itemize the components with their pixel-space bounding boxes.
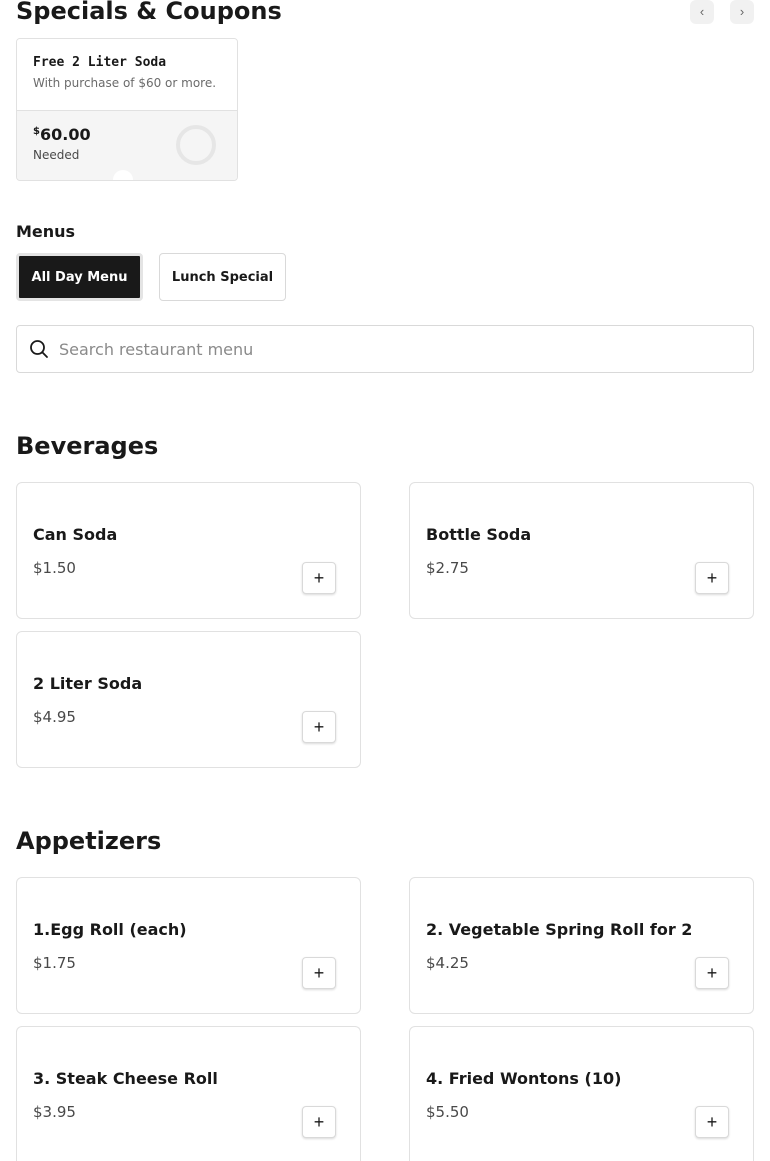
item-name: 2 Liter Soda (33, 674, 143, 693)
carousel-next-button[interactable]: › (730, 0, 754, 24)
menu-item-card[interactable]: Bottle Soda $2.75 + (409, 482, 754, 619)
add-item-button[interactable]: + (302, 957, 336, 989)
section-title-appetizers: Appetizers (16, 827, 162, 855)
coupon-amount-value: 60.00 (39, 125, 91, 144)
section-title-beverages: Beverages (16, 432, 159, 460)
search-icon (29, 339, 49, 359)
coupon-description: With purchase of $60 or more. (33, 76, 217, 90)
menus-label: Menus (16, 222, 76, 241)
coupon-footer: $60.00 Needed (17, 111, 237, 180)
item-price: $3.95 (33, 1103, 76, 1121)
carousel-prev-button[interactable]: ‹ (690, 0, 714, 24)
add-item-button[interactable]: + (695, 957, 729, 989)
menu-item-card[interactable]: 2 Liter Soda $4.95 + (16, 631, 361, 768)
add-item-button[interactable]: + (302, 1106, 336, 1138)
add-item-button[interactable]: + (302, 562, 336, 594)
add-item-button[interactable]: + (695, 562, 729, 594)
add-item-button[interactable]: + (695, 1106, 729, 1138)
item-name: Bottle Soda (426, 525, 532, 544)
tab-all-day-menu[interactable]: All Day Menu (16, 253, 143, 301)
menu-item-card[interactable]: 4. Fried Wontons (10) $5.50 + (409, 1026, 754, 1161)
specials-title: Specials & Coupons (16, 0, 282, 25)
item-name: 4. Fried Wontons (10) (426, 1069, 622, 1088)
coupon-header: Free 2 Liter Soda With purchase of $60 o… (17, 39, 237, 111)
item-price: $1.75 (33, 954, 76, 972)
item-price: $4.95 (33, 708, 76, 726)
menu-item-card[interactable]: 2. Vegetable Spring Roll for 2 $4.25 + (409, 877, 754, 1014)
coupon-title: Free 2 Liter Soda (33, 55, 167, 70)
item-name: 3. Steak Cheese Roll (33, 1069, 218, 1088)
coupon-currency: $ (33, 126, 40, 137)
item-price: $5.50 (426, 1103, 469, 1121)
coupon-card[interactable]: Free 2 Liter Soda With purchase of $60 o… (16, 38, 238, 181)
item-price: $1.50 (33, 559, 76, 577)
specials-header: Specials & Coupons ‹ › (16, 0, 754, 31)
menu-item-card[interactable]: 1.Egg Roll (each) $1.75 + (16, 877, 361, 1014)
menu-item-card[interactable]: Can Soda $1.50 + (16, 482, 361, 619)
item-price: $2.75 (426, 559, 469, 577)
add-item-button[interactable]: + (302, 711, 336, 743)
search-box[interactable] (16, 325, 754, 373)
coupon-progress-ring (176, 125, 216, 165)
item-name: Can Soda (33, 525, 118, 544)
tab-lunch-special[interactable]: Lunch Special (159, 253, 286, 301)
search-input[interactable] (59, 339, 753, 359)
item-price: $4.25 (426, 954, 469, 972)
coupon-notch (113, 170, 133, 180)
item-name: 1.Egg Roll (each) (33, 920, 187, 939)
item-name: 2. Vegetable Spring Roll for 2 (426, 920, 693, 939)
menu-item-card[interactable]: 3. Steak Cheese Roll $3.95 + (16, 1026, 361, 1161)
